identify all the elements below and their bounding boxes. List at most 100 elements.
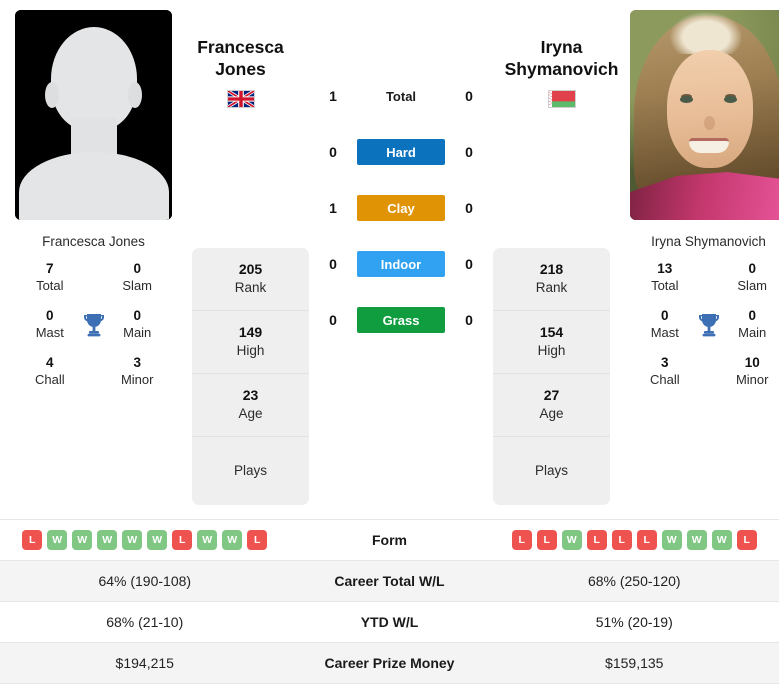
table-row: $194,215 Career Prize Money $159,135 bbox=[0, 641, 779, 683]
right-form-badges: LLWLLLWWWL bbox=[511, 529, 757, 550]
by-flag-icon bbox=[547, 89, 576, 108]
titles-row-chall-minor: 4 Chall 3 Minor bbox=[21, 355, 166, 388]
h2h-row-total: 1 Total 0 bbox=[309, 68, 493, 124]
right-player-info-column: Iryna Shymanovich 218 Rank 154 High 27 A… bbox=[493, 10, 630, 505]
table-row-label: YTD W/L bbox=[360, 613, 419, 630]
left-high-cell: 149 High bbox=[192, 311, 309, 374]
h2h-row-clay: 1 Clay 0 bbox=[309, 180, 493, 236]
right-age-cell: 27 Age bbox=[493, 374, 610, 437]
form-badge-l[interactable]: L bbox=[736, 529, 757, 550]
form-badge-w[interactable]: W bbox=[661, 529, 682, 550]
h2h-row-indoor: 0 Indoor 0 bbox=[309, 236, 493, 292]
right-plays-cell: Plays bbox=[534, 463, 568, 479]
left-h2h-grass: 0 bbox=[329, 312, 337, 328]
right-player-name[interactable]: Iryna Shymanovich bbox=[493, 10, 630, 81]
surface-badge-clay[interactable]: Clay bbox=[357, 195, 445, 221]
table-row: 1YTD Titles0 bbox=[0, 682, 779, 699]
right-titles-minor: 10 Minor bbox=[735, 355, 769, 388]
left-player-photo[interactable] bbox=[15, 10, 172, 220]
titles-row-total-slam: 7 Total 0 Slam bbox=[21, 261, 166, 294]
right-h2h-total: 0 bbox=[465, 88, 473, 104]
trophy-icon bbox=[79, 312, 109, 338]
surface-badge-total: Total bbox=[385, 88, 417, 104]
left-player-column: Francesca Jones 7 Total 0 Slam 0 Mast 0 … bbox=[15, 10, 172, 400]
left-career_wl-value: 64% (190-108) bbox=[98, 572, 192, 589]
form-badge-l[interactable]: L bbox=[586, 529, 607, 550]
left-titles-slam: 0 Slam bbox=[122, 261, 153, 293]
form-badge-w[interactable]: W bbox=[122, 529, 143, 550]
right-titles-chall: 3 Chall bbox=[649, 355, 680, 388]
right-player-photo[interactable] bbox=[630, 10, 779, 220]
gb-flag-icon bbox=[226, 89, 255, 109]
form-badge-w[interactable]: W bbox=[147, 529, 168, 550]
form-badge-w[interactable]: W bbox=[561, 529, 582, 550]
right-titles-main: 0 Main bbox=[738, 308, 767, 340]
form-badge-l[interactable]: L bbox=[536, 529, 557, 550]
right-form-value: LLWLLLWWWL bbox=[490, 529, 779, 550]
right-h2h-grass: 0 bbox=[465, 312, 473, 328]
right-player-name-caption[interactable]: Iryna Shymanovich bbox=[630, 220, 779, 251]
form-badge-l[interactable]: L bbox=[511, 529, 532, 550]
left-h2h-clay: 1 bbox=[329, 200, 337, 216]
left-rank-cell: 205 Rank bbox=[192, 248, 309, 311]
right-rank-cell: 218 Rank bbox=[493, 248, 610, 311]
titles-row-total-slam: 13 Total 0 Slam bbox=[636, 261, 779, 294]
form-badge-w[interactable]: W bbox=[711, 529, 732, 550]
left-prize_money-value: $194,215 bbox=[115, 654, 174, 671]
right-h2h-hard: 0 bbox=[465, 144, 473, 160]
h2h-comparison-page: Francesca Jones 7 Total 0 Slam 0 Mast 0 … bbox=[0, 0, 779, 699]
form-badge-l[interactable]: L bbox=[172, 529, 193, 550]
form-badge-l[interactable]: L bbox=[611, 529, 632, 550]
left-titles-total: 7 Total bbox=[36, 261, 64, 293]
form-badge-l[interactable]: L bbox=[22, 529, 43, 550]
right-prize_money-value: $159,135 bbox=[605, 654, 664, 671]
surface-badge-hard[interactable]: Hard bbox=[357, 139, 445, 165]
table-row-label: Form bbox=[372, 531, 407, 548]
left-titles-main: 0 Main bbox=[123, 308, 152, 340]
right-h2h-indoor: 0 bbox=[465, 256, 473, 272]
left-player-info-column: Francesca Jones 205 Rank 149 High 23 Age… bbox=[172, 10, 309, 505]
titles-row-mast-main: 0 Mast 0 Main bbox=[21, 308, 166, 341]
generic-avatar-icon bbox=[15, 10, 172, 220]
left-player-name[interactable]: Francesca Jones bbox=[172, 10, 309, 81]
player-comparison-header: Francesca Jones 7 Total 0 Slam 0 Mast 0 … bbox=[0, 0, 779, 505]
form-badge-w[interactable]: W bbox=[97, 529, 118, 550]
right-player-column: Iryna Shymanovich 13 Total 0 Slam 0 Mast… bbox=[630, 10, 779, 400]
form-badge-w[interactable]: W bbox=[47, 529, 68, 550]
form-badge-l[interactable]: L bbox=[247, 529, 268, 550]
form-badge-w[interactable]: W bbox=[72, 529, 93, 550]
right-player-rank-card: 218 Rank 154 High 27 Age Plays bbox=[493, 247, 610, 505]
h2h-row-hard: 0 Hard 0 bbox=[309, 124, 493, 180]
comparison-stats-table: L W W W W W L W W L Form L L W L L L W W W L 64% (190-108) Car… bbox=[0, 518, 779, 699]
h2h-row-grass: 0 Grass 0 bbox=[309, 292, 493, 348]
right-player-flag-wrap bbox=[493, 81, 630, 108]
form-badge-w[interactable]: W bbox=[197, 529, 218, 550]
left-player-rank-card: 205 Rank 149 High 23 Age Plays bbox=[192, 247, 309, 505]
h2h-surface-breakdown: 1 Total 0 0 Hard 0 1 Clay 0 0 Indoor 0 0 bbox=[309, 10, 493, 348]
left-age-cell: 23 Age bbox=[192, 374, 309, 437]
left-ytd_wl-value: 68% (21-10) bbox=[106, 613, 184, 630]
left-player-name-caption[interactable]: Francesca Jones bbox=[15, 220, 172, 251]
right-titles-total: 13 Total bbox=[651, 261, 679, 293]
titles-row-mast-main: 0 Mast 0 Main bbox=[636, 308, 779, 341]
table-row: 64% (190-108) Career Total W/L 68% (250-12… bbox=[0, 559, 779, 601]
right-titles-mast: 0 Mast bbox=[650, 308, 679, 340]
titles-row-chall-minor: 3 Chall 10 Minor bbox=[636, 355, 779, 388]
left-plays-cell: Plays bbox=[233, 463, 267, 479]
right-h2h-clay: 0 bbox=[465, 200, 473, 216]
right-player-titles-panel: 13 Total 0 Slam 0 Mast 0 Main 3 Chall 10… bbox=[630, 251, 779, 400]
trophy-icon bbox=[694, 312, 724, 338]
form-badge-w[interactable]: W bbox=[222, 529, 243, 550]
form-badge-l[interactable]: L bbox=[636, 529, 657, 550]
right-high-cell: 154 High bbox=[493, 311, 610, 374]
surface-badge-grass[interactable]: Grass bbox=[357, 307, 445, 333]
left-titles-minor: 3 Minor bbox=[120, 355, 154, 388]
form-badge-w[interactable]: W bbox=[686, 529, 707, 550]
left-form-badges: LWWWWWLWWL bbox=[22, 529, 268, 550]
surface-badge-indoor[interactable]: Indoor bbox=[357, 251, 445, 277]
left-h2h-total: 1 bbox=[329, 88, 337, 104]
left-titles-mast: 0 Mast bbox=[35, 308, 64, 340]
left-titles-chall: 4 Chall bbox=[34, 355, 65, 388]
right-career_wl-value: 68% (250-120) bbox=[587, 572, 681, 589]
table-row: 68% (21-10) YTD W/L 51% (20-19) bbox=[0, 600, 779, 642]
